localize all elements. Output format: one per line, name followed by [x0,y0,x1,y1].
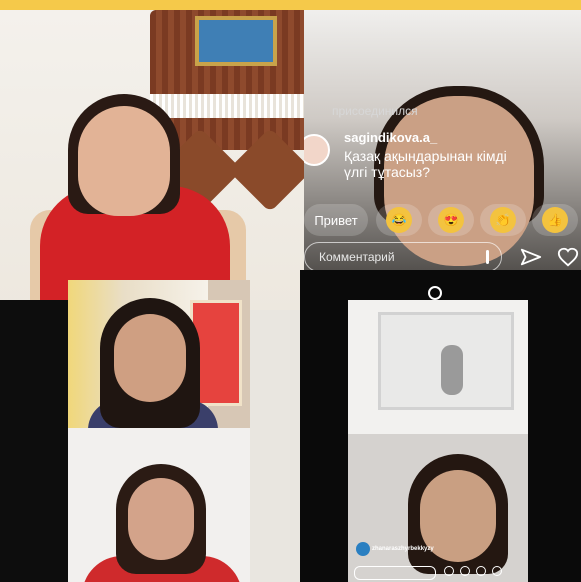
reaction-heart-eyes[interactable]: 😍 [428,204,474,236]
reaction-laugh[interactable]: 😂 [376,204,422,236]
video-tile-participant-1 [68,280,250,430]
phone-filter-icon[interactable] [460,566,470,576]
reaction-clap[interactable]: 👏 [480,204,526,236]
projector-screen [378,312,514,410]
wall-picture [195,16,277,66]
ornament-shape [227,127,313,213]
home-circle-icon[interactable] [428,286,442,300]
phone-live-view: zhanaraszhyrbekkyzy [348,434,528,582]
reaction-privet-label: Привет [314,212,358,228]
phone-comment-input[interactable] [354,566,436,580]
thumbs-up-emoji-icon: 👍 [542,207,568,233]
phone-screen: zhanaraszhyrbekkyzy [300,270,581,582]
black-margin [0,300,68,582]
send-icon[interactable] [520,246,542,268]
participant-1-face [114,314,186,402]
clap-emoji-icon: 👏 [490,207,516,233]
viewer-avatar[interactable] [356,542,370,556]
comment-input[interactable] [304,242,502,272]
classroom-view [348,300,528,440]
carpet-fringe [150,94,310,118]
video-tile-speaker [0,10,330,310]
instagram-live-panel: присоединился sagindikova.a_ Қазақ ақынд… [304,10,581,282]
collage-frame: присоединился sagindikova.a_ Қазақ ақынд… [0,0,581,582]
laugh-emoji-icon: 😂 [386,207,412,233]
phone-info-icon[interactable] [444,566,454,576]
heart-icon[interactable] [556,246,580,268]
video-tile-participant-2 [68,428,250,582]
phone-more-icon[interactable] [492,566,502,576]
heart-eyes-emoji-icon: 😍 [438,207,464,233]
commenter-username[interactable]: sagindikova.a_ [344,130,437,145]
quick-reactions: Привет 😂 😍 👏 👍 [304,204,581,238]
speaker-face [78,106,170,216]
phone-camera-icon[interactable] [476,566,486,576]
more-options-icon[interactable] [486,250,489,264]
comment-text: Қазақ ақындарынан кімді үлгі тұтасыз? [344,148,507,180]
reaction-thumbs-up[interactable]: 👍 [532,204,578,236]
top-accent-bar [0,0,581,10]
joined-notice: присоединился [332,104,418,118]
phone-action-icons [444,566,524,578]
viewer-username[interactable]: zhanaraszhyrbekkyzy [372,546,434,552]
projected-person [441,345,463,395]
participant-2-face [128,478,194,560]
reaction-privet[interactable]: Привет [304,204,368,236]
live-host-face [384,96,534,266]
